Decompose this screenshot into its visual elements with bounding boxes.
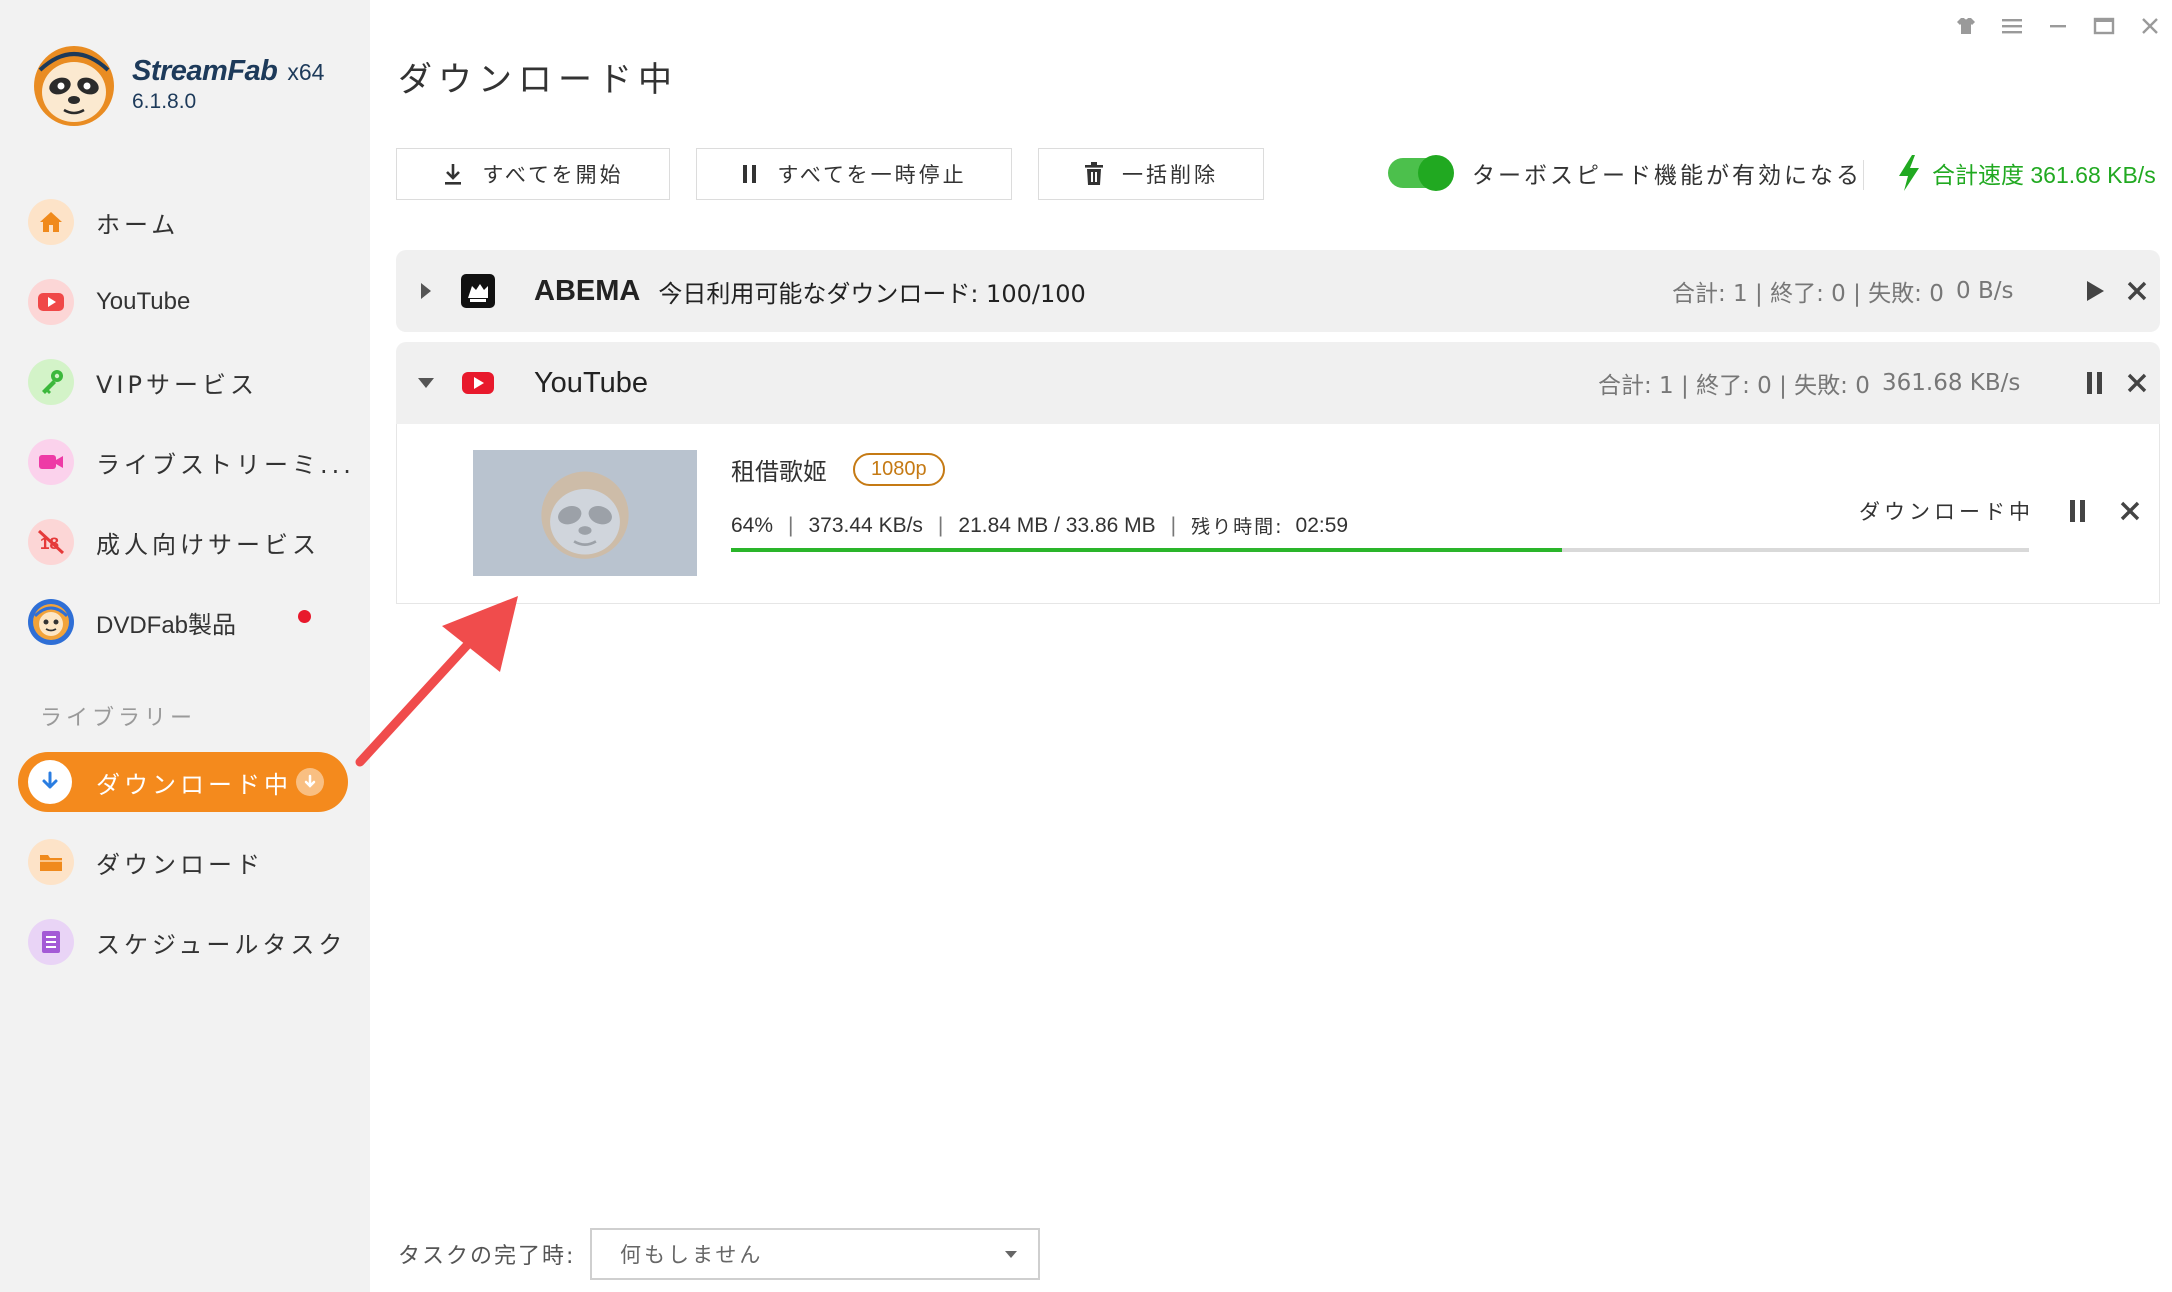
placeholder-sloth-icon xyxy=(541,471,629,559)
close-icon[interactable] xyxy=(2134,10,2166,42)
start-all-label: すべてを開始 xyxy=(482,163,624,187)
turbo-speed-setting: ターボスピード機能が有効になる xyxy=(1388,155,1862,191)
task-complete-select[interactable]: 何もしません xyxy=(590,1228,1040,1280)
turbo-toggle[interactable] xyxy=(1388,155,1454,191)
start-all-button[interactable]: すべてを開始 xyxy=(396,148,670,200)
annotation-arrow-icon xyxy=(355,596,518,767)
expand-caret-icon[interactable] xyxy=(396,281,456,301)
sidebar-item-label: ホーム xyxy=(96,210,180,239)
svg-text:18: 18 xyxy=(40,534,59,553)
delete-all-button[interactable]: 一括削除 xyxy=(1038,148,1264,200)
home-icon xyxy=(28,199,74,245)
close-icon[interactable] xyxy=(2113,494,2147,528)
trash-icon xyxy=(1085,162,1103,185)
close-icon[interactable] xyxy=(2120,366,2154,400)
folder-icon xyxy=(28,839,74,885)
maximize-icon[interactable] xyxy=(2088,10,2120,42)
app-logo: StreamFab x64 6.1.8.0 xyxy=(30,40,324,128)
group-row-abema: ABEMA 今日利用可能なダウンロード: 100/100 合計: 1 | 終了:… xyxy=(396,250,2160,332)
progress-bar xyxy=(731,548,2029,552)
group-stats: 合計: 1 | 終了: 0 | 失敗: 0 xyxy=(1598,373,1870,399)
group-row-youtube: YouTube 合計: 1 | 終了: 0 | 失敗: 0 361.68 KB/… xyxy=(396,342,2160,424)
task-size: 21.84 MB / 33.86 MB xyxy=(958,513,1156,537)
sidebar-item-downloading[interactable]: ダウンロード中 xyxy=(18,752,348,812)
task-status: ダウンロード中 xyxy=(1859,500,2034,524)
turbo-label: ターボスピード機能が有効になる xyxy=(1472,163,1862,189)
download-badge-icon xyxy=(296,768,324,796)
sidebar-item-downloaded[interactable]: ダウンロード xyxy=(28,834,348,890)
pause-icon[interactable] xyxy=(2061,494,2095,528)
video-thumbnail xyxy=(473,450,697,576)
task-percent: 64% xyxy=(731,513,774,537)
youtube-icon xyxy=(28,279,74,325)
schedule-list-icon xyxy=(28,919,74,965)
chevron-down-icon xyxy=(1005,1251,1017,1258)
video-camera-icon xyxy=(28,439,74,485)
youtube-logo-icon xyxy=(460,365,496,401)
sidebar-item-vip[interactable]: VIPサービス xyxy=(28,354,348,410)
notification-dot xyxy=(298,610,311,623)
abema-logo-icon xyxy=(460,273,496,309)
play-icon[interactable] xyxy=(2078,274,2112,308)
minimize-icon[interactable] xyxy=(2042,10,2074,42)
close-icon[interactable] xyxy=(2120,274,2154,308)
progress-fill xyxy=(731,548,1562,552)
pause-all-button[interactable]: すべてを一時停止 xyxy=(696,148,1012,200)
task-stats: 64% | 373.44 KB/s | 21.84 MB / 33.86 MB … xyxy=(731,513,1349,539)
dvdfab-icon xyxy=(28,599,74,645)
adult-18-icon: 18 xyxy=(28,519,74,565)
download-task-row: 租借歌姬 1080p 64% | 373.44 KB/s | 21.84 MB … xyxy=(396,424,2160,604)
task-name: 租借歌姬 xyxy=(731,458,827,486)
sidebar-item-livestream[interactable]: ライブストリーミ... xyxy=(28,434,351,490)
sidebar-item-label: YouTube xyxy=(96,288,191,315)
download-icon xyxy=(445,164,462,185)
key-icon xyxy=(28,359,74,405)
sidebar-item-home[interactable]: ホーム xyxy=(28,194,348,250)
sidebar-item-youtube[interactable]: YouTube xyxy=(28,274,348,330)
delete-all-label: 一括削除 xyxy=(1122,163,1218,187)
group-stats: 合計: 1 | 終了: 0 | 失敗: 0 xyxy=(1672,281,1944,307)
sidebar: StreamFab x64 6.1.8.0 ホーム YouTube VIPサービ… xyxy=(0,0,370,1292)
lightning-icon xyxy=(1899,155,1919,191)
group-name: ABEMA xyxy=(534,274,641,307)
total-speed-label: 合計速度 361.68 KB/s xyxy=(1932,162,2156,188)
pause-all-label: すべてを一時停止 xyxy=(777,163,967,187)
app-version: 6.1.8.0 xyxy=(132,89,197,113)
task-complete-value: 何もしません xyxy=(620,1243,764,1267)
sidebar-item-label: スケジュールタスク xyxy=(96,930,347,959)
sidebar-item-label: ダウンロード xyxy=(96,850,264,879)
total-speed: 合計速度 361.68 KB/s xyxy=(1896,154,2156,192)
remaining-time: 02:59 xyxy=(1295,513,1349,537)
download-arrow-icon xyxy=(28,760,72,804)
task-complete-label: タスクの完了時: xyxy=(398,1244,576,1269)
sidebar-item-dvdfab[interactable]: DVDFab製品 xyxy=(28,594,348,650)
toolbar-divider xyxy=(1863,160,1864,190)
library-heading: ライブラリー xyxy=(40,706,197,731)
sidebar-item-label: 成人向けサービス xyxy=(96,530,320,559)
group-quota: 今日利用可能なダウンロード: 100/100 xyxy=(658,279,1086,308)
sidebar-item-label: ライブストリーミ... xyxy=(96,450,355,479)
page-title: ダウンロード中 xyxy=(398,60,678,100)
pause-icon xyxy=(743,165,757,183)
task-speed: 373.44 KB/s xyxy=(808,513,923,537)
quality-badge: 1080p xyxy=(853,453,945,486)
app-arch: x64 xyxy=(287,58,325,85)
sidebar-item-label: DVDFab製品 xyxy=(96,611,237,639)
sidebar-item-adult[interactable]: 18 成人向けサービス xyxy=(28,514,348,570)
menu-icon[interactable] xyxy=(1996,10,2028,42)
sidebar-item-schedule[interactable]: スケジュールタスク xyxy=(28,914,348,970)
group-speed: 361.68 KB/s xyxy=(1882,370,2021,396)
window-controls xyxy=(1950,10,2172,42)
app-brand: StreamFab xyxy=(132,54,278,87)
sloth-logo-icon xyxy=(34,46,114,126)
remaining-label: 残り時間: xyxy=(1191,516,1284,538)
sidebar-item-label: VIPサービス xyxy=(96,370,258,399)
pause-icon[interactable] xyxy=(2078,366,2112,400)
sidebar-item-label: ダウンロード中 xyxy=(96,770,292,799)
group-name: YouTube xyxy=(534,366,648,399)
skin-shirt-icon[interactable] xyxy=(1950,10,1982,42)
task-title: 租借歌姬 1080p xyxy=(731,452,945,487)
group-speed: 0 B/s xyxy=(1956,278,2014,304)
collapse-caret-icon[interactable] xyxy=(396,376,456,390)
